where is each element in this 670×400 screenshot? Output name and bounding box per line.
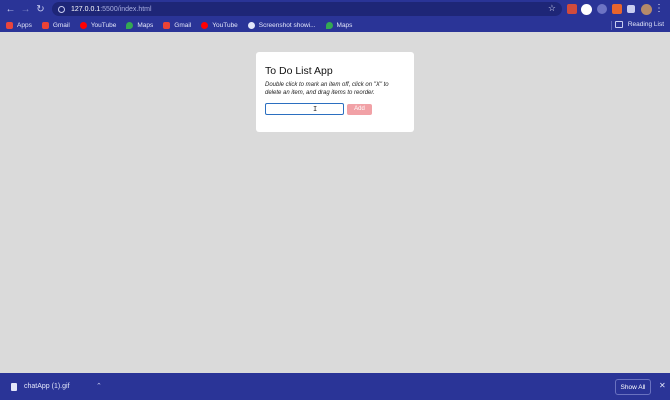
- bookmark-label: Apps: [17, 21, 32, 29]
- extension-icon[interactable]: [612, 4, 622, 14]
- youtube-icon: [79, 21, 87, 29]
- bookmark-label: YouTube: [90, 21, 117, 29]
- bookmark-label: Gmail: [52, 21, 70, 29]
- back-arrow-icon[interactable]: ←: [3, 0, 18, 18]
- extension-icon[interactable]: [597, 4, 607, 14]
- file-icon: [11, 382, 17, 391]
- download-file-name[interactable]: chatApp (1).gif: [24, 383, 70, 390]
- bookmark-label: Screenshot showi...: [258, 21, 316, 29]
- download-shelf: chatApp (1).gif ⌃ Show All ✕: [0, 373, 670, 400]
- globe-icon: [247, 21, 255, 29]
- browser-toolbar: ← → ↻ 127.0.0.1:5500/index.html ☆ ⋮: [0, 0, 670, 18]
- bookmark-gmail[interactable]: Gmail: [41, 21, 70, 29]
- close-icon[interactable]: ✕: [659, 381, 666, 390]
- bookmark-label: Maps: [137, 21, 154, 29]
- bookmark-maps[interactable]: Maps: [325, 21, 353, 29]
- text-cursor-icon: I: [313, 105, 318, 113]
- avatar[interactable]: [641, 4, 652, 15]
- add-button[interactable]: Add: [347, 103, 372, 115]
- todo-card: To Do List App Double click to mark an i…: [256, 52, 414, 132]
- kebab-menu-icon[interactable]: ⋮: [654, 2, 664, 16]
- bookmark-label: YouTube: [212, 21, 238, 29]
- bookmark-label: Gmail: [174, 21, 192, 29]
- bookmark-maps[interactable]: Maps: [126, 21, 154, 29]
- bookmark-apps[interactable]: Apps: [6, 21, 32, 29]
- bookmark-star-icon[interactable]: ☆: [548, 3, 556, 14]
- todo-input[interactable]: I: [265, 103, 344, 115]
- youtube-icon: [201, 21, 209, 29]
- reload-icon[interactable]: ↻: [33, 0, 48, 18]
- profile-circle-icon[interactable]: [581, 4, 592, 15]
- reading-list-icon: [614, 21, 623, 28]
- bookmarks-bar: Apps Gmail YouTube Maps Gmail YouTube Sc…: [0, 18, 670, 32]
- url-host: 127.0.0.1: [71, 5, 101, 13]
- url-path: :5500/index.html: [100, 5, 152, 13]
- bookmark-gmail[interactable]: Gmail: [163, 21, 192, 29]
- gmail-icon: [41, 21, 49, 29]
- show-all-button[interactable]: Show All: [615, 379, 651, 395]
- extension-icon[interactable]: [567, 4, 577, 14]
- chevron-up-icon[interactable]: ⌃: [96, 382, 102, 390]
- address-bar[interactable]: 127.0.0.1:5500/index.html ☆: [52, 2, 562, 16]
- site-info-icon[interactable]: [58, 5, 65, 13]
- maps-icon: [126, 21, 134, 29]
- reading-list-label: Reading List: [627, 21, 664, 28]
- input-row: I Add: [265, 103, 405, 115]
- apps-grid-icon: [6, 21, 13, 29]
- puzzle-extensions-icon[interactable]: [627, 5, 635, 13]
- bookmark-label: Maps: [336, 21, 353, 29]
- bookmarks-divider: [611, 21, 612, 30]
- bookmark-screenshot[interactable]: Screenshot showi...: [247, 21, 316, 29]
- bookmark-youtube[interactable]: YouTube: [201, 21, 238, 29]
- maps-icon: [325, 21, 333, 29]
- gmail-icon: [163, 21, 171, 29]
- reading-list-button[interactable]: Reading List: [614, 21, 664, 28]
- instructions-text: Double click to mark an item off, click …: [265, 82, 389, 96]
- forward-arrow-icon[interactable]: →: [18, 0, 33, 18]
- bookmark-youtube[interactable]: YouTube: [79, 21, 117, 29]
- page-title: To Do List App: [265, 65, 333, 77]
